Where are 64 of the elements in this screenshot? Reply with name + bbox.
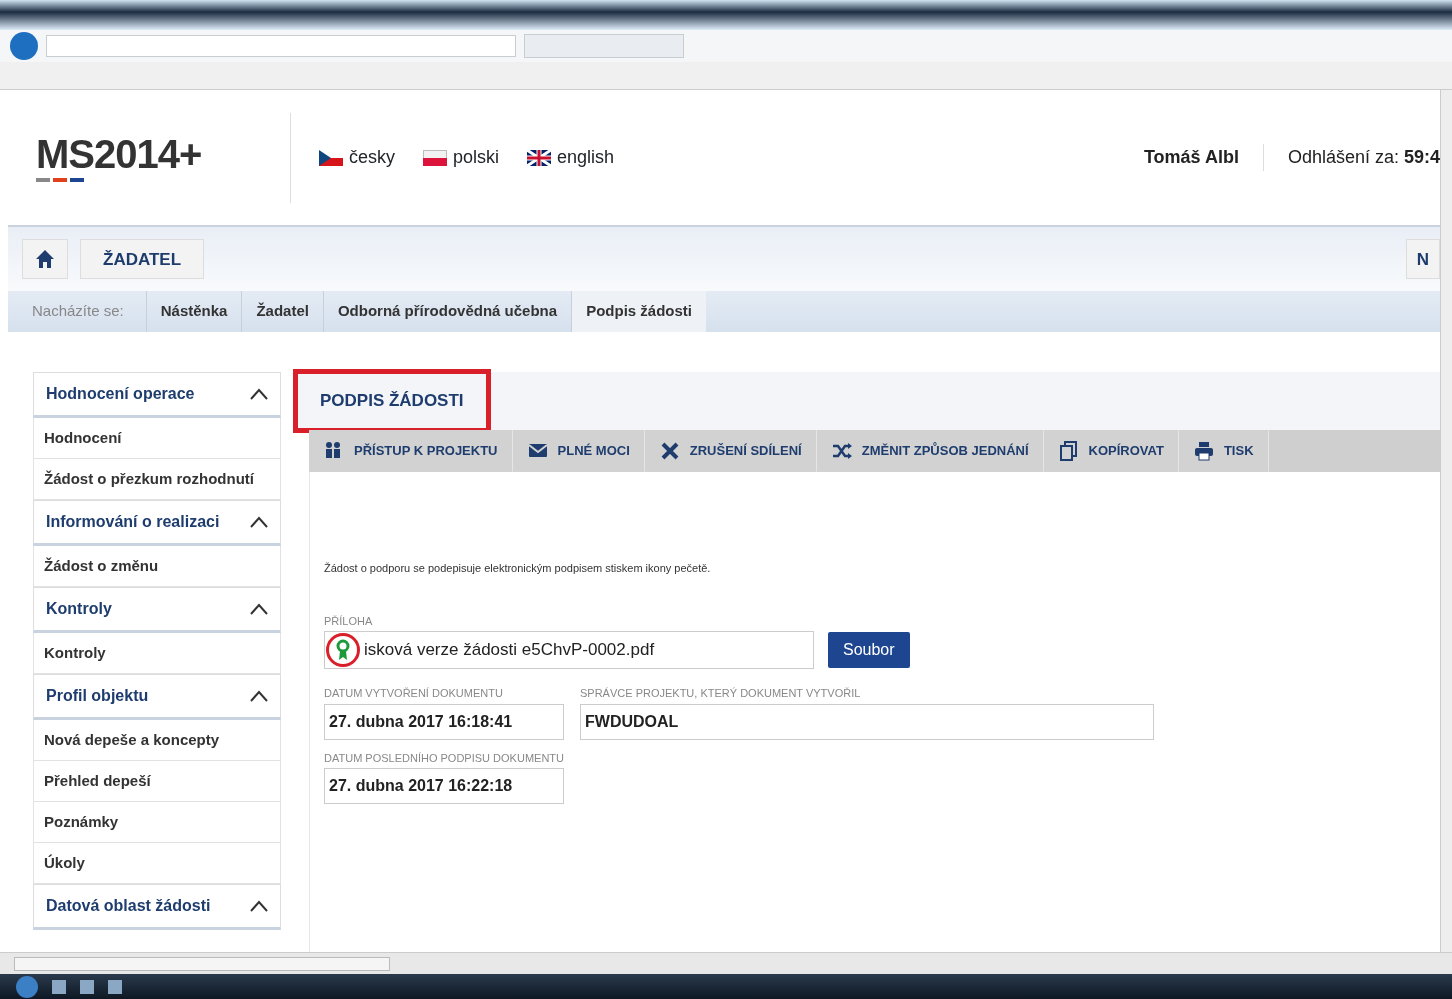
sidebar-item[interactable]: Hodnocení xyxy=(33,418,281,459)
language-link[interactable]: česky xyxy=(319,144,395,172)
language-link[interactable]: polski xyxy=(423,144,500,172)
section-title: Hodnocení operace xyxy=(46,384,195,404)
field-label: DATUM POSLEDNÍHO PODPISU DOKUMENTU xyxy=(324,750,564,766)
printer-icon xyxy=(1193,441,1214,461)
field-label: DATUM VYTVOŘENÍ DOKUMENTU xyxy=(324,686,504,701)
scrollbar[interactable] xyxy=(1440,90,1452,952)
sidebar-item[interactable]: Žádost o změnu xyxy=(33,546,281,587)
home-icon xyxy=(35,249,55,270)
sidebar-item[interactable]: Kontroly xyxy=(33,633,281,674)
chevron-up-icon[interactable] xyxy=(250,690,268,702)
file-button[interactable]: Soubor xyxy=(828,632,910,668)
input-field[interactable]: 27. dubna 2017 16:22:18 xyxy=(324,768,564,804)
language-link[interactable]: english xyxy=(527,144,615,172)
sidebar-item[interactable]: Poznámky xyxy=(33,802,281,843)
section-title: Profil objektu xyxy=(46,686,149,706)
breadcrumb-link[interactable]: Podpis žádosti xyxy=(571,291,706,332)
section-title: Informování o realizaci xyxy=(46,512,220,532)
chevron-up-icon[interactable] xyxy=(250,516,268,528)
field-label: SPRÁVCE PROJEKTU, KTERÝ DOKUMENT VYTVOŘIL xyxy=(580,686,862,701)
sidebar-item[interactable]: Přehled depeší xyxy=(33,761,281,802)
breadcrumb-link[interactable]: Nástěnka xyxy=(145,291,242,332)
seal-icon[interactable] xyxy=(326,633,360,667)
start-button[interactable] xyxy=(16,975,38,998)
cross-icon xyxy=(659,441,680,461)
logout-timer: Odhlášení za: 59:4 xyxy=(1286,146,1440,170)
chevron-up-icon[interactable] xyxy=(250,900,268,912)
user-name[interactable]: Tomáš Albl xyxy=(1143,144,1264,172)
chevron-up-icon[interactable] xyxy=(250,603,268,615)
toolbar-button[interactable]: PŘÍSTUP K PROJEKTU xyxy=(309,430,513,472)
sidebar-item[interactable]: Žádost o přezkum rozhodnutí xyxy=(33,459,281,500)
input-field[interactable]: 27. dubna 2017 16:18:41 xyxy=(324,703,564,740)
taskbar-app-icon[interactable] xyxy=(108,979,122,994)
breadcrumb-label: Nacházíte se: xyxy=(31,301,125,322)
sidebar-section-header[interactable]: Hodnocení operace xyxy=(33,372,281,418)
breadcrumb-link[interactable]: Žadatel xyxy=(241,291,323,332)
section-title: Datová oblast žádosti xyxy=(46,896,211,916)
attachment-field[interactable]: isková verze žádosti e5ChvP-0002.pdf xyxy=(324,631,814,669)
flag-icon xyxy=(527,149,552,166)
shuffle-icon xyxy=(831,441,852,461)
logo-stripes-icon xyxy=(36,177,84,182)
back-button[interactable] xyxy=(10,32,38,60)
section-title: Kontroly xyxy=(46,599,112,619)
copy-icon xyxy=(1058,441,1079,461)
input-field[interactable]: FWDUDOAL xyxy=(580,703,1154,740)
sidebar-item[interactable]: Nová depeše a koncepty xyxy=(33,720,281,761)
sidebar-section-header[interactable]: Informování o realizaci xyxy=(33,500,281,546)
nav-button[interactable]: ŽADATEL xyxy=(80,239,205,280)
flag-icon xyxy=(319,149,343,166)
chevron-up-icon[interactable] xyxy=(250,388,268,400)
info-text: Žádost o podporu se podepisuje elektronickým podpisem stiskem ikony pečetě. xyxy=(324,561,712,576)
sidebar-item[interactable]: Úkoly xyxy=(33,843,281,884)
sidebar-section-header[interactable]: Kontroly xyxy=(33,587,281,633)
logo: MS2014+ xyxy=(36,133,203,174)
sidebar-section-header[interactable]: Datová oblast žádosti xyxy=(33,884,281,930)
flag-icon xyxy=(423,149,447,166)
file-name: isková verze žádosti e5ChvP-0002.pdf xyxy=(364,639,655,662)
taskbar-app-icon[interactable] xyxy=(52,979,66,994)
nav-button[interactable]: N xyxy=(1405,239,1440,280)
field-label: PŘÍLOHA xyxy=(324,613,374,629)
taskbar-app-icon[interactable] xyxy=(80,979,94,994)
sidebar-section-header[interactable]: Profil objektu xyxy=(33,674,281,720)
home-button[interactable] xyxy=(22,239,68,280)
